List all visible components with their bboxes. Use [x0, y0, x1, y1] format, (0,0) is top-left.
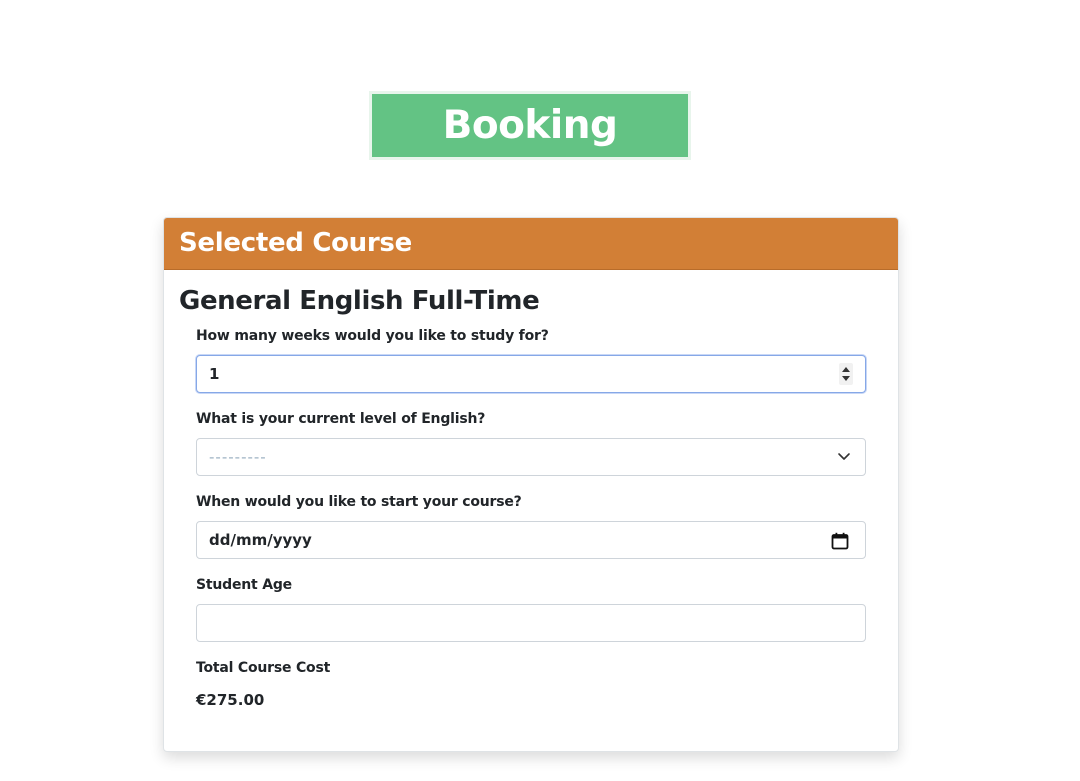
page: Booking Details Selected Course General … — [0, 0, 1080, 781]
number-spinner-icon[interactable] — [839, 363, 853, 385]
student-age-input[interactable] — [196, 604, 866, 642]
weeks-label: How many weeks would you like to study f… — [196, 328, 549, 344]
calendar-icon[interactable] — [831, 532, 849, 550]
student-age-label: Student Age — [196, 577, 292, 593]
card-header: Selected Course — [164, 218, 898, 270]
level-label: What is your current level of English? — [196, 411, 486, 427]
start-date-placeholder: dd/mm/yyyy — [209, 531, 312, 549]
page-title: Booking Details — [369, 91, 691, 211]
total-cost-label: Total Course Cost — [196, 660, 331, 676]
level-selected-value: --------- — [209, 448, 267, 466]
selected-course-card: Selected Course General English Full-Tim… — [163, 217, 899, 752]
spinner-up-icon[interactable] — [842, 367, 850, 372]
weeks-input[interactable]: 1 — [196, 355, 866, 393]
total-cost-value: €275.00 — [196, 691, 265, 709]
weeks-value: 1 — [209, 365, 220, 383]
level-select[interactable]: --------- — [196, 438, 866, 476]
chevron-down-icon — [838, 453, 850, 460]
spinner-down-icon[interactable] — [842, 376, 850, 381]
start-date-label: When would you like to start your course… — [196, 494, 522, 510]
start-date-input[interactable]: dd/mm/yyyy — [196, 521, 866, 559]
course-name: General English Full-Time — [179, 286, 540, 316]
